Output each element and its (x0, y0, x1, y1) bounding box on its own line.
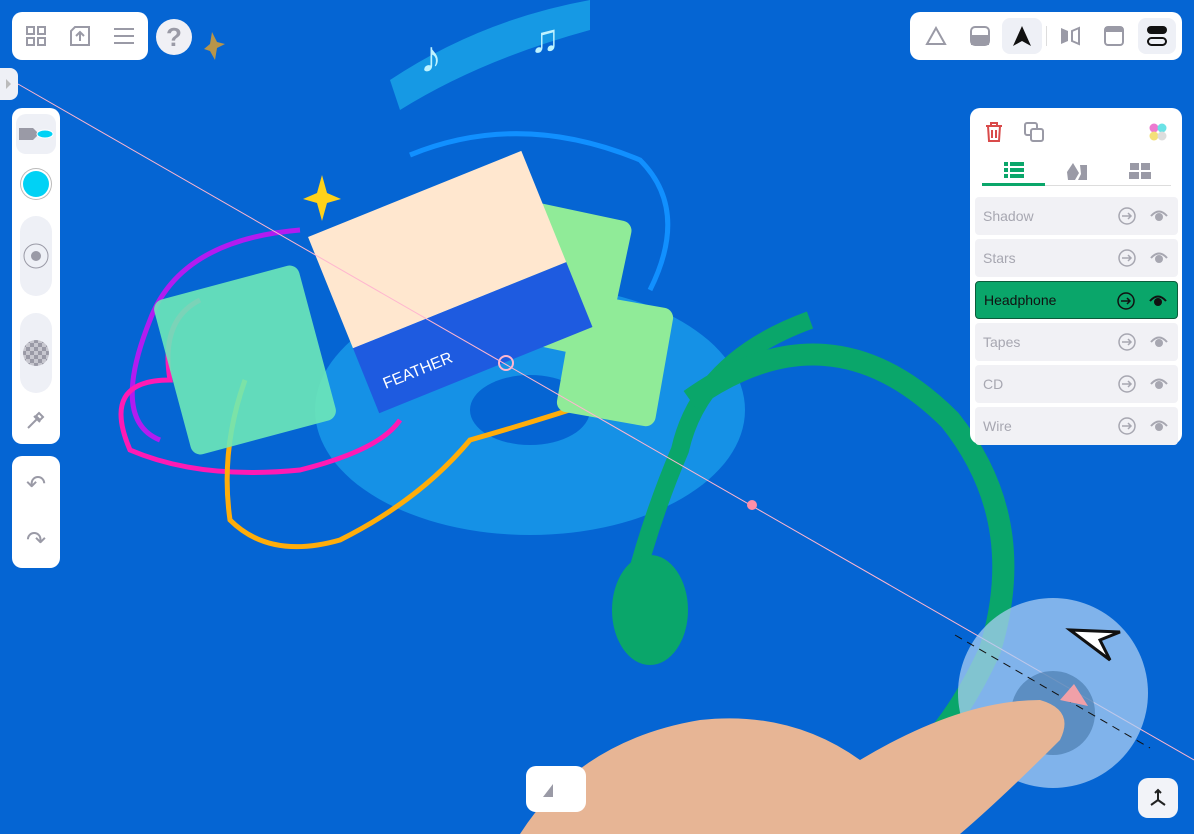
navigate-icon[interactable] (1002, 18, 1042, 54)
duplicate-icon[interactable] (1022, 120, 1046, 144)
enter-layer-icon[interactable] (1118, 207, 1136, 228)
view-toolbar (910, 12, 1182, 60)
layout-icon[interactable] (1138, 18, 1176, 54)
visibility-eye-icon[interactable] (1150, 375, 1168, 394)
sidebar-toggle[interactable] (0, 68, 18, 100)
layers-tab[interactable] (982, 156, 1045, 186)
shapes-tab[interactable] (1045, 156, 1108, 186)
axes-icon (1146, 786, 1170, 810)
layer-row-cd[interactable]: CD (975, 365, 1178, 403)
layer-row-shadow[interactable]: Shadow (975, 197, 1178, 235)
grid-icon[interactable] (22, 22, 50, 50)
opacity-icon[interactable] (20, 313, 52, 393)
layer-name: Shadow (983, 208, 1034, 224)
chevron-right-icon (6, 79, 11, 89)
color-swatch[interactable] (23, 171, 49, 197)
layer-row-tapes[interactable]: Tapes (975, 323, 1178, 361)
redo-icon[interactable]: ↷ (20, 524, 52, 556)
bottom-toolbar (526, 766, 586, 812)
layer-row-stars[interactable]: Stars (975, 239, 1178, 277)
visibility-eye-icon[interactable] (1150, 333, 1168, 352)
brush-icon[interactable] (16, 114, 56, 154)
perspective-icon[interactable] (918, 18, 954, 54)
mirror-icon[interactable] (1052, 18, 1088, 54)
enter-layer-icon[interactable] (1118, 249, 1136, 270)
top-left-toolbar (12, 12, 148, 60)
layer-row-wire[interactable]: Wire (975, 407, 1178, 445)
visibility-eye-icon[interactable] (1150, 417, 1168, 436)
visibility-eye-icon[interactable] (1150, 207, 1168, 226)
layer-row-headphone[interactable]: Headphone (975, 281, 1178, 319)
ground-icon[interactable] (962, 18, 998, 54)
visibility-eye-icon[interactable] (1149, 292, 1167, 311)
menu-icon[interactable] (110, 22, 138, 50)
enter-layer-icon[interactable] (1118, 417, 1136, 438)
axes-button[interactable] (1138, 778, 1178, 818)
layer-name: Stars (983, 250, 1016, 266)
upload-icon[interactable] (66, 22, 94, 50)
svg-text:♫: ♫ (530, 17, 560, 61)
size-icon[interactable] (20, 216, 52, 296)
eyedropper-icon[interactable] (20, 404, 52, 436)
help-button[interactable]: ? (156, 19, 192, 55)
divider (1046, 26, 1047, 46)
visibility-eye-icon[interactable] (1150, 249, 1168, 268)
window-icon[interactable] (1096, 18, 1132, 54)
layer-name: Wire (983, 418, 1012, 434)
undo-icon[interactable]: ↶ (20, 468, 52, 500)
history-panel: ↶ ↷ (12, 456, 60, 568)
trash-icon[interactable] (982, 120, 1006, 144)
shape-tool-icon[interactable] (538, 778, 562, 802)
layer-name: Headphone (984, 292, 1057, 308)
svg-text:♪: ♪ (420, 33, 442, 82)
groups-tab[interactable] (1108, 156, 1171, 186)
layer-name: Tapes (983, 334, 1021, 350)
enter-layer-icon[interactable] (1117, 292, 1135, 313)
enter-layer-icon[interactable] (1118, 375, 1136, 396)
layer-name: CD (983, 376, 1004, 392)
enter-layer-icon[interactable] (1118, 333, 1136, 354)
palette-icon[interactable] (1146, 120, 1170, 144)
brush-tools-panel (12, 108, 60, 444)
